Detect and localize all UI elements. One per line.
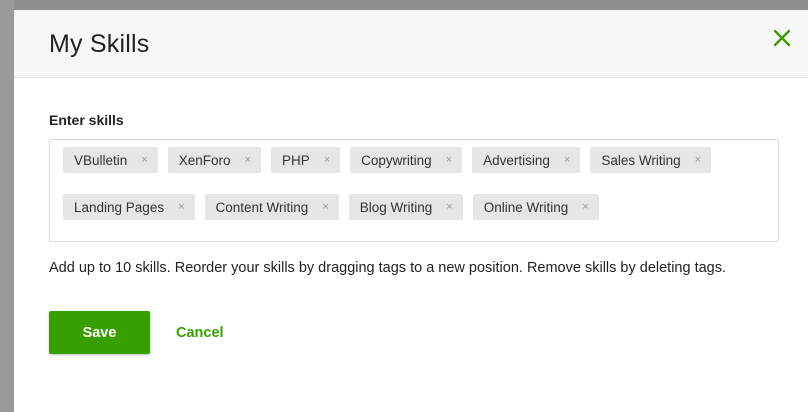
skill-tag[interactable]: Copywriting ×	[350, 147, 463, 173]
skill-tag-label: Blog Writing	[359, 199, 433, 215]
skill-tag[interactable]: Blog Writing ×	[348, 194, 463, 220]
remove-tag-icon[interactable]: ×	[446, 201, 452, 213]
skill-tag-label: Advertising	[483, 152, 550, 168]
remove-tag-icon[interactable]: ×	[141, 154, 147, 166]
skill-tag[interactable]: Sales Writing ×	[590, 147, 712, 173]
modal-title: My Skills	[49, 30, 150, 58]
skill-tag-label: Landing Pages	[74, 199, 165, 215]
skill-tag-label: VBulletin	[74, 152, 128, 168]
backdrop-left	[0, 0, 14, 412]
save-button[interactable]: Save	[49, 311, 150, 354]
remove-tag-icon[interactable]: ×	[446, 154, 452, 166]
remove-tag-icon[interactable]: ×	[322, 201, 328, 213]
skill-tag[interactable]: Advertising ×	[472, 147, 581, 173]
skills-tag-input[interactable]: VBulletin × XenForo × PHP × Copywriting × Advert…	[49, 139, 779, 242]
modal-actions: Save Cancel	[49, 311, 773, 354]
modal-header: My Skills	[14, 10, 808, 78]
skill-tag-label: Content Writing	[215, 199, 309, 215]
modal-body: Enter skills VBulletin × XenForo × PHP × Copyw…	[14, 112, 808, 354]
skill-tag[interactable]: VBulletin ×	[63, 147, 158, 173]
skill-tag-label: XenForo	[178, 152, 231, 168]
skill-tag-label: Copywriting	[361, 152, 432, 168]
skill-tag[interactable]: Landing Pages ×	[63, 194, 195, 220]
skill-tag-label: Online Writing	[483, 199, 569, 215]
skill-tag[interactable]: Content Writing ×	[204, 194, 339, 220]
skill-tag[interactable]: Online Writing ×	[472, 194, 599, 220]
skill-tag-label: PHP	[281, 152, 310, 168]
skill-tag[interactable]: XenForo ×	[167, 147, 261, 173]
remove-tag-icon[interactable]: ×	[582, 201, 588, 213]
cancel-link[interactable]: Cancel	[176, 325, 224, 341]
close-button[interactable]	[770, 26, 794, 50]
skill-tag[interactable]: PHP ×	[270, 147, 341, 173]
close-icon	[773, 29, 791, 47]
remove-tag-icon[interactable]: ×	[564, 154, 570, 166]
remove-tag-icon[interactable]: ×	[178, 201, 184, 213]
remove-tag-icon[interactable]: ×	[245, 154, 251, 166]
remove-tag-icon[interactable]: ×	[324, 154, 330, 166]
skills-modal: My Skills Enter skills VBulletin × XenForo…	[14, 10, 808, 412]
remove-tag-icon[interactable]: ×	[695, 154, 701, 166]
skill-tag-label: Sales Writing	[601, 152, 681, 168]
skills-label: Enter skills	[49, 112, 124, 128]
help-text: Add up to 10 skills. Reorder your skills…	[49, 260, 727, 276]
